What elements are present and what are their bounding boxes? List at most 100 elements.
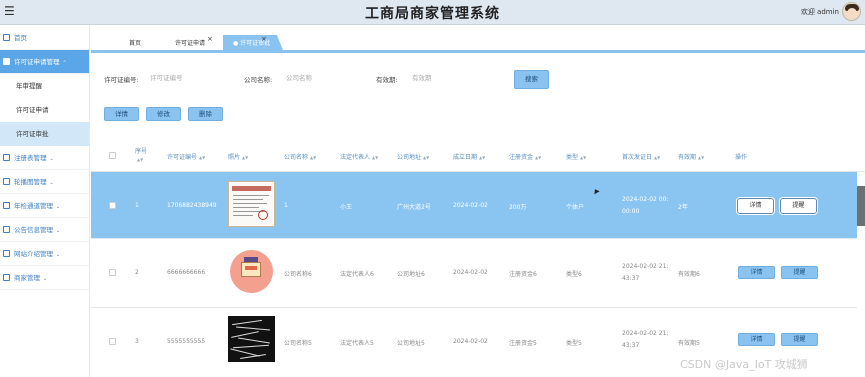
sidebar-item-merchants[interactable]: 商家管理 ⌄: [0, 266, 89, 290]
grid-icon: [3, 250, 10, 257]
col-header-photo[interactable]: 照片 ▲▼: [228, 152, 248, 161]
col-header-label: 序号: [135, 148, 148, 155]
detail-button[interactable]: 详情: [104, 107, 139, 121]
cell-company: 公司名称6: [284, 271, 312, 278]
col-header-actions: 操作: [735, 152, 747, 161]
cell-validity: 有效期5: [678, 340, 700, 347]
image-icon: [3, 178, 10, 185]
sidebar-item-site-intro[interactable]: 网站介绍管理 ⌄: [0, 242, 89, 266]
chevron-down-icon: ⌄: [56, 252, 61, 258]
row-remind-button[interactable]: 提醒: [780, 198, 817, 214]
validity-input[interactable]: [412, 71, 492, 85]
col-header-type[interactable]: 类型 ▲▼: [566, 152, 586, 161]
chevron-down-icon: ⌄: [49, 180, 54, 186]
license-photo-thumbnail[interactable]: [228, 316, 275, 362]
sidebar-item-home[interactable]: 首页: [0, 26, 89, 50]
table-header: 序号 ▲▼ 许可证编号 ▲▼ 照片 ▲▼ 公司名称 ▲▼ 法定代表人 ▲▼ 公司地址 ▲▼ …: [91, 140, 865, 172]
col-header-first-issue[interactable]: 首次发证日 ▲▼: [622, 152, 660, 161]
row-checkbox[interactable]: [109, 269, 116, 276]
col-header-no[interactable]: 序号 ▲▼: [135, 146, 147, 162]
tab-bar: 首页 许可证申请 × ● 许可证审批 ×: [91, 32, 865, 53]
vertical-scrollbar[interactable]: [857, 186, 865, 226]
col-header-validity[interactable]: 有效期 ▲▼: [678, 152, 704, 161]
license-photo-thumbnail[interactable]: [228, 181, 275, 227]
info-icon: [3, 154, 10, 161]
col-header-founded[interactable]: 成立日期 ▲▼: [453, 152, 485, 161]
sort-icon: ▲▼: [137, 157, 144, 162]
cell-legal-rep: 法定代表人5: [340, 340, 374, 347]
col-header-label: 有效期: [678, 154, 697, 161]
col-header-legal-rep[interactable]: 法定代表人 ▲▼: [340, 152, 378, 161]
sort-icon: ▲▼: [242, 155, 249, 160]
sort-icon: ▲▼: [580, 155, 587, 160]
col-header-address[interactable]: 公司地址 ▲▼: [397, 152, 429, 161]
tab-license-application[interactable]: 许可证申请 ×: [175, 35, 213, 53]
cell-license-no: 5555555555: [167, 338, 206, 345]
sort-icon: ▲▼: [698, 155, 705, 160]
edit-button[interactable]: 修改: [146, 107, 181, 121]
cell-first-issue-time: 43:37: [622, 342, 640, 349]
search-button[interactable]: 搜索: [514, 70, 549, 89]
sidebar-item-label: 商家管理: [14, 274, 40, 282]
sidebar-item-carousel[interactable]: 轮播图管理 ⌄: [0, 170, 89, 194]
cell-first-issue-time: 00:00: [622, 208, 640, 215]
row-checkbox[interactable]: [109, 202, 116, 209]
cell-type: 类型5: [566, 340, 582, 347]
sidebar-item-announcements[interactable]: 公告信息管理 ⌄: [0, 218, 89, 242]
sidebar-subitem-license-approval[interactable]: 许可证审批: [0, 122, 89, 146]
row-remind-button[interactable]: 提醒: [781, 266, 818, 279]
row-detail-button[interactable]: 详情: [737, 198, 774, 214]
row-detail-button[interactable]: 详情: [738, 333, 775, 346]
close-icon[interactable]: ×: [207, 30, 213, 48]
avatar[interactable]: [842, 2, 861, 21]
sidebar-item-label: 注册表管理: [14, 154, 47, 162]
sort-icon: ▲▼: [310, 155, 317, 160]
col-header-label: 公司地址: [397, 154, 422, 161]
col-header-company[interactable]: 公司名称 ▲▼: [284, 152, 316, 161]
delete-button[interactable]: 删除: [188, 107, 223, 121]
cell-address: 广州大道2号: [397, 204, 431, 211]
close-icon[interactable]: ×: [261, 35, 267, 48]
cell-license-no: 1706882438949: [167, 202, 217, 209]
sidebar-item-annual-inspection[interactable]: 年检通道管理 ⌄: [0, 194, 89, 218]
cell-no: 2: [135, 269, 139, 276]
watermark: CSDN @Java_IoT 攻城狮: [680, 358, 808, 371]
license-no-input[interactable]: [150, 71, 230, 85]
target-icon: [3, 202, 10, 209]
table-row[interactable]: 1 1706882438949 1 小王 广州大道2号 2024-02-02 2…: [91, 172, 857, 239]
sidebar-subitem-license-application[interactable]: 许可证申请: [0, 98, 89, 122]
col-header-label: 公司名称: [284, 154, 309, 161]
sidebar-item-label: 公告信息管理: [14, 226, 53, 234]
sort-icon: ▲▼: [479, 155, 486, 160]
sidebar-item-label: 轮播图管理: [14, 178, 47, 186]
row-checkbox[interactable]: [109, 338, 116, 345]
col-header-label: 类型: [566, 154, 579, 161]
dot-icon: ●: [233, 40, 239, 47]
sort-icon: ▲▼: [654, 155, 661, 160]
license-photo-thumbnail[interactable]: [228, 249, 275, 295]
validity-label: 有效期:: [376, 76, 398, 84]
select-all-checkbox[interactable]: [109, 152, 116, 159]
row-detail-button[interactable]: 详情: [738, 266, 775, 279]
col-header-label: 操作: [735, 154, 748, 161]
col-header-license-no[interactable]: 许可证编号 ▲▼: [167, 152, 205, 161]
tab-home[interactable]: 首页: [129, 35, 141, 53]
tab-license-approval[interactable]: ● 许可证审批 ×: [223, 35, 285, 53]
folder-icon: [3, 58, 10, 65]
cell-capital: 注册资金5: [509, 340, 537, 347]
sidebar-item-label: 许可证申请管理: [14, 58, 60, 66]
sidebar: 首页 许可证申请管理 ⌃ 年审提醒 许可证申请 许可证审批 注册表管理 ⌄ 轮播图管…: [0, 26, 90, 377]
cell-first-issue-time: 43:37: [622, 275, 640, 282]
row-remind-button[interactable]: 提醒: [781, 333, 818, 346]
sort-icon: ▲▼: [423, 155, 430, 160]
company-name-input[interactable]: [286, 71, 366, 85]
sidebar-subitem-annual-reminder[interactable]: 年审提醒: [0, 74, 89, 98]
company-name-label: 公司名称:: [244, 76, 273, 84]
cell-address: 公司地址6: [397, 271, 425, 278]
sidebar-item-registry[interactable]: 注册表管理 ⌄: [0, 146, 89, 170]
sidebar-item-license-management[interactable]: 许可证申请管理 ⌃: [0, 50, 89, 74]
home-icon: [3, 34, 10, 41]
col-header-capital[interactable]: 注册资金 ▲▼: [509, 152, 541, 161]
document-icon: [3, 226, 10, 233]
table-row[interactable]: 2 6666666666 公司名称6 法定代表人6 公司地址6 2024-02-…: [91, 239, 857, 308]
